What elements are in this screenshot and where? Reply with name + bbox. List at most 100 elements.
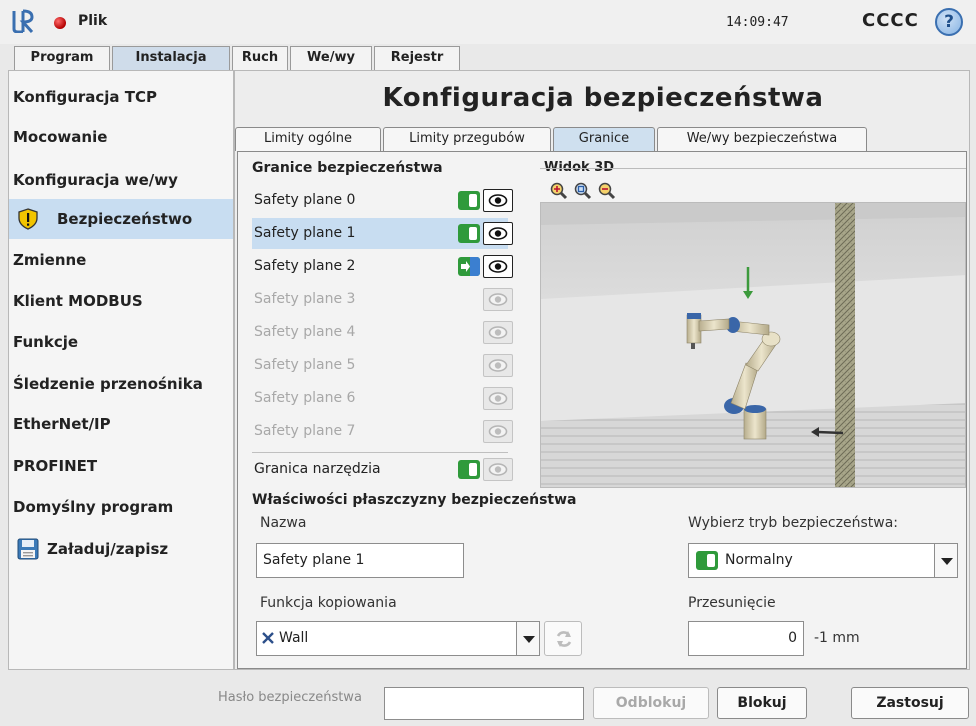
sidebar-item-profinet[interactable]: PROFINET: [9, 446, 233, 486]
feature-x-icon: [262, 632, 274, 644]
safety-mode-dropdown[interactable]: Normalny: [688, 543, 958, 578]
copy-feature-dropdown[interactable]: Wall: [256, 621, 540, 656]
sidebar-item-label: Domyślny program: [13, 498, 174, 516]
refresh-button[interactable]: [544, 621, 582, 656]
zoom-in-icon[interactable]: [550, 182, 568, 200]
sidebar-item-label: Mocowanie: [13, 128, 108, 146]
view3d-frame-line: [540, 168, 966, 169]
refresh-icon: [556, 631, 572, 647]
visibility-toggle[interactable]: [483, 321, 513, 344]
plane-row[interactable]: Safety plane 5: [252, 350, 513, 381]
safety-password-label: Hasło bezpieczeństwa: [218, 690, 362, 705]
plane-label: Safety plane 6: [254, 390, 356, 406]
plane-row[interactable]: Safety plane 6: [252, 383, 513, 414]
apply-button[interactable]: Zastosuj: [851, 687, 969, 719]
visibility-toggle[interactable]: [483, 189, 513, 212]
help-icon: ?: [944, 12, 954, 32]
eye-icon: [488, 463, 508, 476]
sidebar-item-safety[interactable]: Bezpieczeństwo: [9, 199, 233, 239]
tool-boundary-label: Granica narzędzia: [254, 461, 381, 477]
tool-boundary-row[interactable]: Granica narzędzia: [252, 454, 513, 485]
sidebar-item-io-config[interactable]: Konfiguracja we/wy: [9, 160, 233, 200]
sidebar: Konfiguracja TCP Mocowanie Konfiguracja …: [8, 70, 234, 670]
visibility-toggle[interactable]: [483, 255, 513, 278]
plane-label: Safety plane 4: [254, 324, 356, 340]
normal-mode-icon: [696, 551, 718, 570]
sidebar-item-modbus[interactable]: Klient MODBUS: [9, 281, 233, 321]
sidebar-item-label: Załaduj/zapisz: [47, 540, 169, 558]
visibility-toggle[interactable]: [483, 387, 513, 410]
tab-we-wy[interactable]: We/wy: [290, 46, 372, 70]
file-menu[interactable]: Plik: [78, 13, 107, 29]
sidebar-item-tcp[interactable]: Konfiguracja TCP: [9, 77, 233, 117]
sidebar-item-variables[interactable]: Zmienne: [9, 240, 233, 280]
sidebar-item-label: Konfiguracja we/wy: [13, 171, 178, 189]
safety-password-input[interactable]: [384, 687, 584, 720]
plane-name-input[interactable]: Safety plane 1: [256, 543, 464, 578]
zoom-out-icon[interactable]: [598, 182, 616, 200]
unlock-button[interactable]: Odblokuj: [593, 687, 709, 719]
eye-icon: [488, 260, 508, 273]
sidebar-item-label: Śledzenie przenośnika: [13, 375, 203, 393]
tab-ruch[interactable]: Ruch: [232, 46, 288, 70]
sidebar-item-default-program[interactable]: Domyślny program: [9, 487, 233, 527]
plane-row[interactable]: Safety plane 7: [252, 416, 513, 447]
content-panel: Konfiguracja bezpieczeństwa Limity ogóln…: [234, 70, 970, 670]
offset-unit: -1 mm: [814, 630, 860, 646]
visibility-toggle[interactable]: [483, 222, 513, 245]
visibility-toggle[interactable]: [483, 354, 513, 377]
lock-button[interactable]: Blokuj: [717, 687, 807, 719]
sidebar-item-ethernetip[interactable]: EtherNet/IP: [9, 404, 233, 444]
tab-boundaries[interactable]: Granice: [553, 127, 655, 151]
safety-mode-value: Normalny: [725, 552, 793, 568]
plane-row[interactable]: Safety plane 4: [252, 317, 513, 348]
floppy-disk-icon: [17, 538, 39, 560]
plane-label: Safety plane 0: [254, 192, 356, 208]
plane-row[interactable]: Safety plane 0: [252, 185, 513, 216]
visibility-toggle[interactable]: [483, 288, 513, 311]
eye-icon: [488, 326, 508, 339]
tool-mode-icon: [458, 460, 480, 479]
plane-row[interactable]: Safety plane 3: [252, 284, 513, 315]
ur-logo-icon: [12, 9, 34, 33]
sidebar-item-label: Konfiguracja TCP: [13, 88, 158, 106]
sidebar-item-conveyor[interactable]: Śledzenie przenośnika: [9, 364, 233, 404]
trigger-reduced-mode-icon: [458, 257, 480, 276]
eye-icon: [488, 392, 508, 405]
safety-mode-label: Wybierz tryb bezpieczeństwa:: [688, 515, 898, 531]
eye-icon: [488, 227, 508, 240]
tab-instalacja[interactable]: Instalacja: [112, 46, 230, 71]
tab-safety-io[interactable]: We/wy bezpieczeństwa: [657, 127, 867, 151]
tab-general-limits[interactable]: Limity ogólne: [235, 127, 381, 151]
boundaries-section-title: Granice bezpieczeństwa: [252, 160, 443, 176]
copy-feature-value: Wall: [279, 630, 309, 646]
plane-label: Safety plane 1: [254, 225, 356, 241]
properties-section-title: Właściwości płaszczyzny bezpieczeństwa: [252, 492, 577, 508]
plane-label: Safety plane 3: [254, 291, 356, 307]
status-dot-icon: [54, 17, 66, 29]
sidebar-item-label: Klient MODBUS: [13, 292, 143, 310]
tab-program[interactable]: Program: [14, 46, 110, 70]
plane-row[interactable]: Safety plane 2: [252, 251, 513, 282]
sidebar-item-mocowanie[interactable]: Mocowanie: [9, 117, 233, 157]
offset-input[interactable]: 0: [688, 621, 804, 656]
zoom-fit-icon[interactable]: [574, 182, 592, 200]
view-3d-canvas[interactable]: [540, 202, 966, 488]
sidebar-item-features[interactable]: Funkcje: [9, 322, 233, 362]
eye-icon: [488, 194, 508, 207]
help-button[interactable]: ?: [935, 8, 963, 36]
normal-mode-icon: [458, 191, 480, 210]
tab-joint-limits[interactable]: Limity przegubów: [383, 127, 551, 151]
plane-row[interactable]: Safety plane 1: [252, 218, 513, 249]
visibility-toggle[interactable]: [483, 458, 513, 481]
visibility-toggle[interactable]: [483, 420, 513, 443]
tab-rejestr[interactable]: Rejestr: [374, 46, 460, 70]
chevron-down-icon: [934, 544, 957, 577]
shield-warning-icon: [18, 208, 38, 230]
sidebar-item-load-save[interactable]: Załaduj/zapisz: [9, 529, 233, 569]
sidebar-item-label: Zmienne: [13, 251, 87, 269]
sidebar-item-label: Bezpieczeństwo: [57, 210, 193, 228]
chevron-down-icon: [516, 622, 539, 655]
offset-label: Przesunięcie: [688, 595, 776, 611]
robot-name: CCCC: [862, 10, 919, 31]
